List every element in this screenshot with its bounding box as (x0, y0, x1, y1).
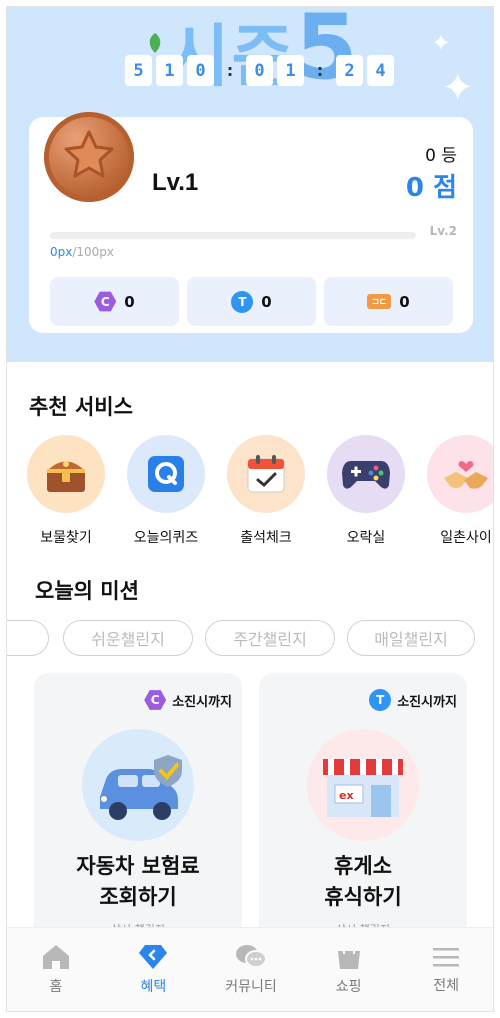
svg-text:ex: ex (339, 789, 354, 802)
home-icon (42, 944, 69, 969)
timer-digit: 0 (187, 55, 214, 86)
wallet-balances: C 0 T 0 ⊐⊏ 0 (50, 277, 453, 326)
xp-progress-bar (50, 232, 416, 239)
season-artwork: 시즌 (167, 18, 297, 97)
shopping-bag-icon (337, 946, 360, 969)
leaf-decoration-icon (149, 33, 161, 53)
timer-digit: 1 (156, 55, 183, 86)
car-shield-icon (82, 729, 194, 841)
mission-card-rest-area[interactable]: T 소진시까지 ex 휴게소 휴식하기 상시 챌린지 (259, 673, 467, 963)
season-countdown-timer: 5 1 0 : 0 1 : 2 4 (125, 55, 394, 86)
nav-label: 홈 (49, 978, 63, 995)
services-title: 추천 서비스 (29, 395, 133, 419)
t-coin-icon: T (231, 290, 254, 313)
nav-label: 쇼핑 (335, 978, 362, 995)
nav-label: 혜택 (140, 978, 167, 995)
user-level: Lv.1 (152, 169, 199, 196)
t-coin-balance[interactable]: T 0 (187, 277, 316, 326)
nav-home[interactable]: 홈 (7, 928, 105, 1011)
ticket-balance[interactable]: ⊐⊏ 0 (324, 277, 453, 326)
service-label: 보물찾기 (40, 530, 92, 546)
timer-digit: 2 (336, 55, 363, 86)
mission-tag-text: 소진시까지 (397, 694, 457, 710)
benefit-diamond-icon (139, 944, 168, 969)
service-label: 오락실 (346, 530, 386, 546)
quiz-icon (127, 435, 205, 513)
services-list: 보물찾기 오늘의퀴즈 출석체크 오락실 일촌사이 (27, 435, 493, 547)
bronze-medal-icon (44, 112, 134, 202)
nav-shopping[interactable]: 쇼핑 (300, 928, 398, 1011)
service-arcade[interactable]: 오락실 (327, 435, 405, 547)
rest-area-store-icon: ex (307, 729, 419, 841)
tab-previous-partial[interactable] (7, 620, 49, 656)
next-level-label: Lv.2 (429, 224, 457, 238)
nav-label: 커뮤니티 (225, 978, 277, 995)
ticket-icon: ⊐⊏ (367, 294, 392, 309)
user-score: 0 점 (405, 173, 457, 203)
handshake-icon (427, 435, 493, 513)
gamepad-icon (327, 435, 405, 513)
xp-text: 0px/100px (50, 245, 114, 259)
t-coin-value: 0 (261, 292, 272, 311)
c-coin-balance[interactable]: C 0 (50, 277, 179, 326)
timer-separator: : (224, 60, 236, 81)
menu-icon (433, 947, 460, 966)
service-daily-quiz[interactable]: 오늘의퀴즈 (127, 435, 205, 547)
tab-weekly-challenge[interactable]: 주간챌린지 (205, 620, 335, 656)
mission-title-line: 휴게소 (334, 854, 392, 878)
tab-easy-challenge[interactable]: 쉬운챌린지 (63, 620, 193, 656)
nav-all[interactable]: 전체 (397, 928, 493, 1011)
c-coin-icon: C (94, 291, 117, 312)
bottom-navigation: 홈 혜택 커뮤니티 쇼핑 전체 (7, 927, 493, 1011)
timer-digit: 5 (125, 55, 152, 86)
mission-title-line: 조회하기 (99, 885, 177, 909)
sparkle-icon: ✦ (431, 29, 452, 57)
service-label: 일촌사이 (440, 530, 492, 546)
treasure-chest-icon (27, 435, 105, 513)
service-treasure-hunt[interactable]: 보물찾기 (27, 435, 105, 547)
season-hero: 시즌 5 ✦ ✦ 5 1 0 : 0 1 : 2 4 Lv.1 0 등 0 점 … (7, 7, 493, 362)
chat-bubbles-icon (235, 944, 267, 968)
mission-tag-text: 소진시까지 (172, 694, 232, 710)
mission-title: 휴게소 휴식하기 (259, 851, 467, 913)
tab-daily-challenge[interactable]: 매일챌린지 (347, 620, 475, 656)
mission-title-line: 휴식하기 (324, 885, 402, 909)
user-rank: 0 등 (425, 146, 457, 166)
mission-title-line: 자동차 보험료 (76, 854, 200, 878)
mission-tag: C 소진시까지 (144, 689, 232, 711)
c-coin-icon: C (144, 690, 167, 710)
mission-filter-tabs: 쉬운챌린지 주간챌린지 매일챌린지 (7, 620, 493, 656)
xp-max: /100px (72, 245, 115, 259)
calendar-check-icon (227, 435, 305, 513)
sparkle-icon: ✦ (441, 65, 475, 111)
timer-digit: 1 (277, 55, 304, 86)
service-label: 오늘의퀴즈 (133, 530, 199, 546)
timer-digit: 0 (246, 55, 273, 86)
service-attendance-check[interactable]: 출석체크 (227, 435, 305, 547)
t-coin-icon: T (369, 689, 392, 711)
mission-card-car-insurance[interactable]: C 소진시까지 자동차 보험료 조회하기 상시 챌린지 (34, 673, 242, 963)
timer-digit: 4 (367, 55, 394, 86)
app-screen: 시즌 5 ✦ ✦ 5 1 0 : 0 1 : 2 4 Lv.1 0 등 0 점 … (6, 6, 494, 1012)
missions-title: 오늘의 미션 (35, 579, 139, 603)
nav-label: 전체 (433, 977, 460, 994)
timer-separator: : (314, 60, 326, 81)
ticket-value: 0 (399, 292, 410, 311)
mission-title: 자동차 보험료 조회하기 (34, 851, 242, 913)
service-friends[interactable]: 일촌사이 (427, 435, 493, 547)
profile-card[interactable]: Lv.1 0 등 0 점 Lv.2 0px/100px C 0 T 0 ⊐⊏ 0 (29, 112, 473, 333)
service-label: 출석체크 (240, 530, 292, 546)
season-artwork-number: 5 (295, 7, 358, 100)
nav-community[interactable]: 커뮤니티 (202, 928, 300, 1011)
nav-benefits[interactable]: 혜택 (105, 928, 203, 1011)
mission-tag: T 소진시까지 (369, 689, 457, 711)
c-coin-value: 0 (124, 292, 135, 311)
xp-current: 0px (50, 245, 73, 259)
